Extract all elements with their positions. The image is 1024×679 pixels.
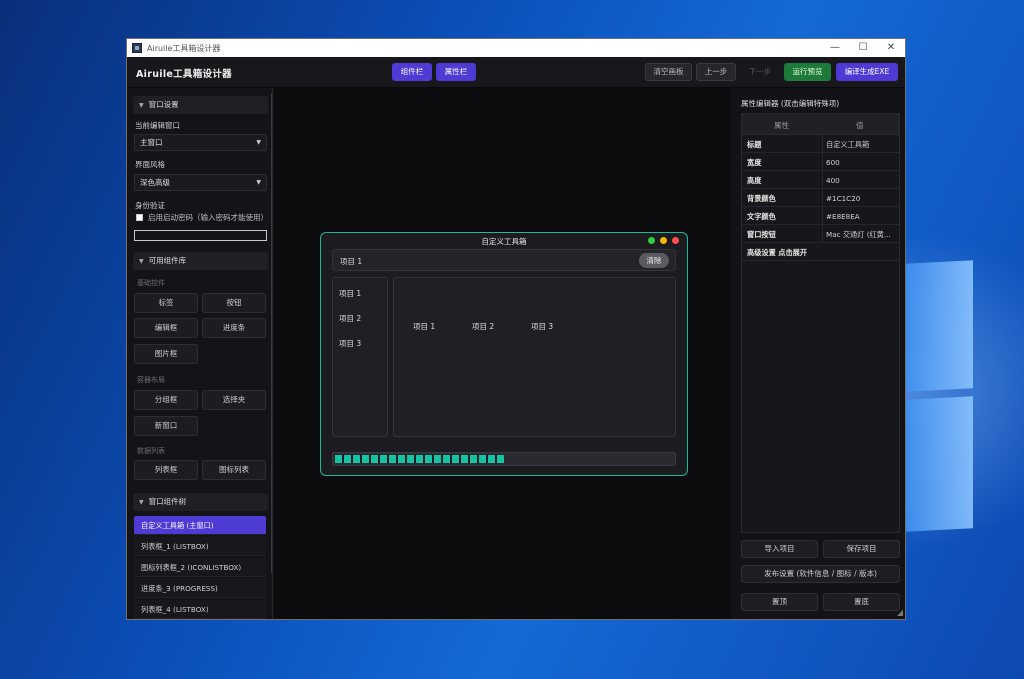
app-window: Airuile工具箱设计器 — ☐ ✕ Airuile工具箱设计器 组件栏 属性… (126, 38, 906, 620)
property-row[interactable]: 文字颜色 #E8E8EA (742, 207, 899, 225)
run-preview-button[interactable]: 运行预览 (784, 63, 831, 81)
list-item[interactable]: 项目 3 (339, 338, 361, 349)
property-row[interactable]: 宽度 600 (742, 153, 899, 171)
property-table-header: 属性 值 (742, 114, 899, 135)
icon-list-item[interactable]: 项目 2 (472, 321, 494, 332)
property-row[interactable]: 高度 400 (742, 171, 899, 189)
right-panel: 属性编辑器 (双击编辑特殊项) 属性 值 标题 自定义工具箱 宽度 600 高度 40… (732, 88, 905, 619)
property-row[interactable]: 标题 自定义工具箱 (742, 135, 899, 153)
property-editor-title: 属性编辑器 (双击编辑特殊项) (741, 99, 840, 108)
auth-checkbox[interactable] (136, 214, 143, 221)
title-bar: Airuile工具箱设计器 — ☐ ✕ (127, 39, 905, 57)
basic-controls-group-label: 基础控件 (137, 279, 165, 287)
preview-listbox[interactable]: 项目 1 项目 2 项目 3 (332, 277, 388, 437)
window-settings-header[interactable]: ▼ 窗口设置 (133, 96, 268, 114)
maximize-button[interactable]: ☐ (849, 39, 877, 57)
windows-logo (905, 260, 975, 532)
property-row[interactable]: 窗口按钮 Mac 交通灯 (红黄... (742, 225, 899, 243)
components-header[interactable]: ▼ 可用组件库 (133, 252, 268, 270)
properties-tab-button[interactable]: 属性栏 (436, 63, 476, 81)
progressbar-component-button[interactable]: 进度条 (202, 318, 266, 338)
groupbox-component-button[interactable]: 分组框 (134, 390, 198, 410)
build-exe-button[interactable]: 编译生成EXE (836, 63, 898, 81)
toolbar: Airuile工具箱设计器 组件栏 属性栏 清空画板 上一步 下一步 运行预览 … (127, 57, 905, 88)
preview-input[interactable]: 项目 1 (340, 256, 362, 267)
import-project-button[interactable]: 导入项目 (741, 540, 818, 558)
list-item[interactable]: 项目 2 (339, 313, 361, 324)
preview-progressbar (332, 452, 676, 466)
close-button[interactable]: ✕ (877, 39, 905, 57)
theme-select[interactable]: 深色高级 ▼ (134, 174, 267, 191)
password-input[interactable] (134, 230, 267, 241)
container-group-label: 容器布局 (137, 376, 165, 384)
design-canvas[interactable]: 自定义工具箱 项目 1 清除 项目 1 项目 2 项目 3 项目 1 项目 2 … (274, 88, 731, 619)
window-title: Airuile工具箱设计器 (147, 43, 221, 53)
progress-fill (335, 455, 504, 463)
bring-to-top-button[interactable]: 置顶 (741, 593, 818, 611)
mac-green-dot-icon (648, 237, 655, 244)
publish-settings-button[interactable]: 发布设置 (软件信息 / 图标 / 版本) (741, 565, 900, 583)
listbox-component-button[interactable]: 列表框 (134, 460, 198, 480)
component-tree-header[interactable]: ▼ 窗口组件树 (133, 493, 268, 511)
theme-label: 界面风格 (135, 160, 165, 169)
mac-red-dot-icon (672, 237, 679, 244)
preview-iconlistbox[interactable]: 项目 1 项目 2 项目 3 (393, 277, 676, 437)
property-row[interactable]: 背景颜色 #1C1C20 (742, 189, 899, 207)
preview-window-title: 自定义工具箱 (481, 237, 527, 246)
tabs-component-button[interactable]: 选择夹 (202, 390, 266, 410)
components-tab-button[interactable]: 组件栏 (392, 63, 432, 81)
tree-item-main-window[interactable]: 自定义工具箱 (主窗口) (134, 516, 266, 535)
icon-list-item[interactable]: 项目 3 (531, 321, 553, 332)
label-component-button[interactable]: 标签 (134, 293, 198, 313)
collapse-triangle-icon: ▼ (139, 102, 144, 109)
tree-item-listbox-1[interactable]: 列表框_1 (LISTBOX) (134, 537, 266, 556)
auth-label: 身份验证 (135, 201, 165, 210)
tree-item-listbox-4[interactable]: 列表框_4 (LISTBOX) (134, 600, 266, 619)
column-property: 属性 (774, 121, 789, 130)
data-list-group-label: 数据列表 (137, 447, 165, 455)
minimize-button[interactable]: — (821, 39, 849, 57)
undo-button[interactable]: 上一步 (696, 63, 736, 81)
redo-button[interactable]: 下一步 (740, 63, 780, 81)
property-table[interactable]: 属性 值 标题 自定义工具箱 宽度 600 高度 400 背景颜色 #1C1C20 文字… (741, 113, 900, 533)
dropdown-caret-icon: ▼ (256, 139, 261, 146)
iconlist-component-button[interactable]: 图标列表 (202, 460, 266, 480)
current-window-select[interactable]: 主窗口 ▼ (134, 134, 267, 151)
preview-window[interactable]: 自定义工具箱 项目 1 清除 项目 1 项目 2 项目 3 项目 1 项目 2 … (320, 232, 688, 476)
resize-grip-icon[interactable]: ◢ (897, 608, 903, 617)
column-value: 值 (856, 121, 864, 130)
auth-checkbox-row[interactable]: 启用启动密码（输入密码才能使用） (136, 212, 268, 223)
dropdown-caret-icon: ▼ (256, 179, 261, 186)
app-icon (132, 43, 142, 53)
current-window-label: 当前编辑窗口 (135, 121, 180, 130)
left-scrollbar[interactable] (271, 93, 272, 573)
mac-yellow-dot-icon (660, 237, 667, 244)
imagebox-component-button[interactable]: 图片框 (134, 344, 198, 364)
send-to-bottom-button[interactable]: 置底 (823, 593, 900, 611)
auth-checkbox-label: 启用启动密码（输入密码才能使用） (148, 213, 268, 222)
collapse-triangle-icon: ▼ (139, 258, 144, 265)
tree-item-progress-3[interactable]: 进度条_3 (PROGRESS) (134, 579, 266, 598)
advanced-settings-row[interactable]: 高级设置 点击展开 (742, 243, 899, 261)
main-area: ▼ 窗口设置 当前编辑窗口 主窗口 ▼ 界面风格 深色高级 ▼ 身份验证 启用启动… (127, 88, 905, 619)
icon-list-item[interactable]: 项目 1 (413, 321, 435, 332)
collapse-triangle-icon: ▼ (139, 499, 144, 506)
clear-canvas-button[interactable]: 清空画板 (645, 63, 692, 81)
list-item[interactable]: 项目 1 (339, 288, 361, 299)
preview-input-row[interactable]: 项目 1 清除 (332, 249, 676, 271)
left-panel: ▼ 窗口设置 当前编辑窗口 主窗口 ▼ 界面风格 深色高级 ▼ 身份验证 启用启动… (127, 88, 273, 619)
app-name: Airuile工具箱设计器 (136, 69, 232, 80)
tree-item-iconlistbox-2[interactable]: 图标列表框_2 (ICONLISTBOX) (134, 558, 266, 577)
save-project-button[interactable]: 保存项目 (823, 540, 900, 558)
new-window-component-button[interactable]: 新窗口 (134, 416, 198, 436)
preview-clear-button[interactable]: 清除 (639, 253, 669, 268)
editbox-component-button[interactable]: 编辑框 (134, 318, 198, 338)
button-component-button[interactable]: 按钮 (202, 293, 266, 313)
